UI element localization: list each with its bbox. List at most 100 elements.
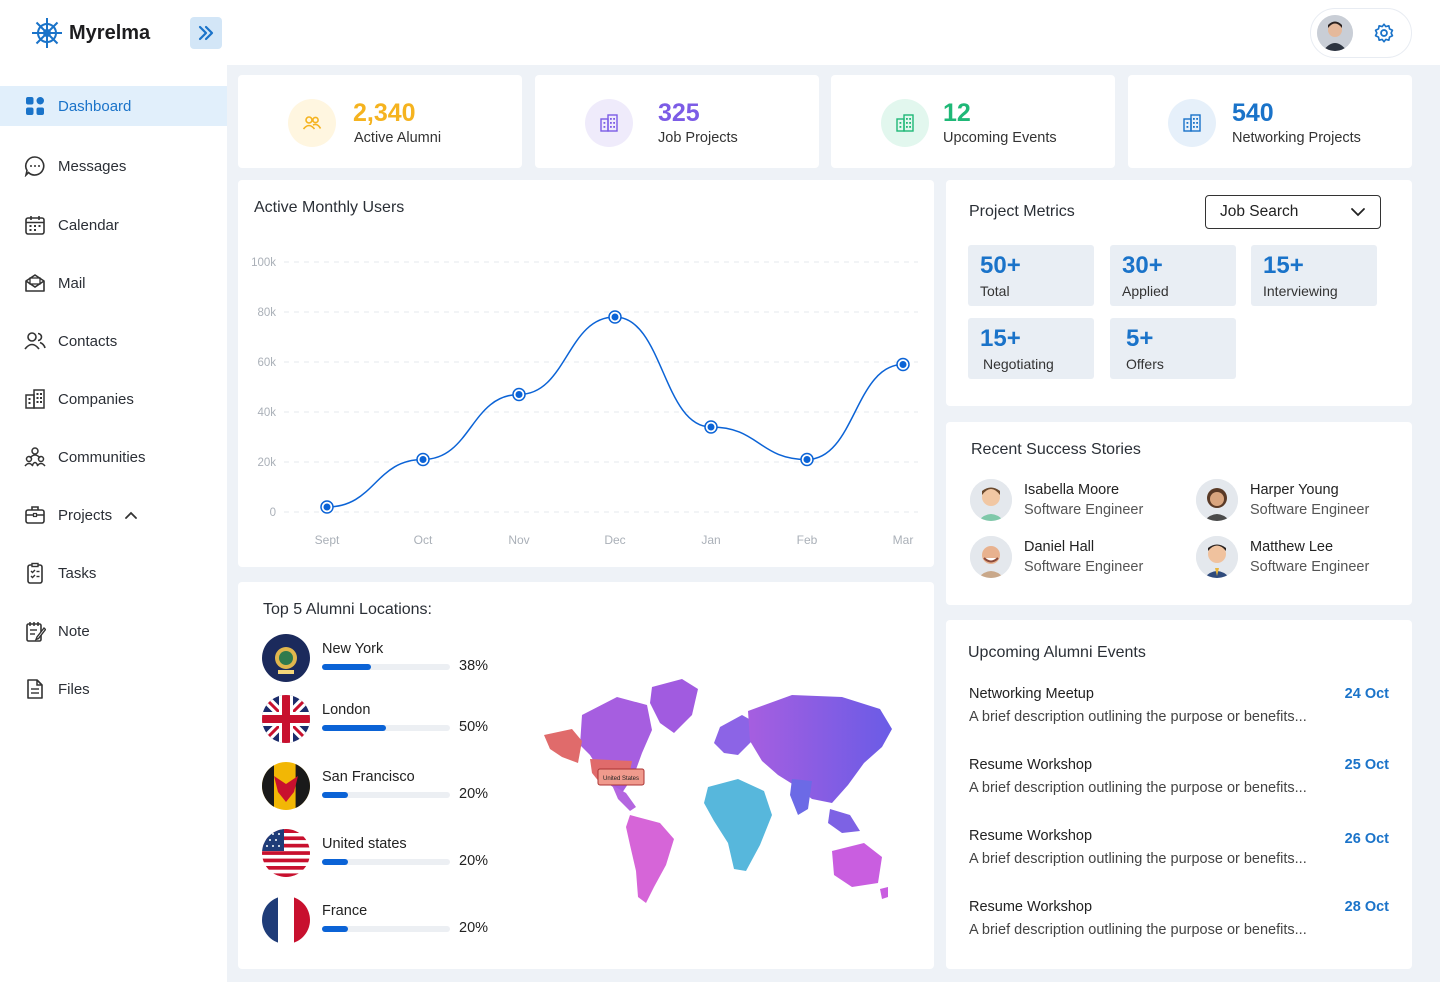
sidebar-item-label: Companies: [58, 390, 134, 408]
event-title: Networking Meetup: [969, 686, 1094, 702]
sidebar-item-tasks[interactable]: Tasks: [0, 553, 227, 593]
sidebar-item-companies[interactable]: Companies: [0, 379, 227, 419]
stat-card-upcoming-events[interactable]: 12 Upcoming Events: [831, 75, 1115, 168]
sidebar-item-label: Contacts: [58, 332, 118, 350]
new-york-flag-icon: [262, 634, 310, 682]
location-item[interactable]: San Francisco 20%: [262, 762, 492, 810]
story-item[interactable]: Matthew Lee Software Engineer: [1196, 536, 1369, 578]
sidebar-item-note[interactable]: Note: [0, 611, 227, 651]
user-avatar[interactable]: [1317, 15, 1353, 51]
sidebar-item-label: Tasks: [58, 564, 97, 582]
event-item[interactable]: Resume Workshop 28 Oct A brief descripti…: [969, 899, 1389, 938]
sidebar-item-label: Projects: [58, 506, 113, 524]
story-role: Software Engineer: [1250, 502, 1370, 518]
sidebar-item-messages[interactable]: Messages: [0, 146, 227, 186]
metric-offers[interactable]: 5+ Offers: [1110, 318, 1236, 379]
sidebar-item-label: Messages: [58, 157, 127, 175]
app-logo[interactable]: Myrelma: [30, 16, 150, 50]
event-item[interactable]: Resume Workshop 26 Oct A brief descripti…: [969, 828, 1389, 867]
avatar: [970, 479, 1012, 521]
data-point-dot: [803, 456, 811, 463]
metric-negotiating[interactable]: 15+ Negotiating: [968, 318, 1094, 379]
location-percent: 20%: [459, 920, 489, 936]
world-map[interactable]: United States: [542, 675, 902, 915]
uk-flag-icon: [262, 695, 310, 743]
stat-label: Networking Projects: [1232, 130, 1361, 146]
metric-total[interactable]: 50+ Total: [968, 245, 1094, 306]
gear-icon[interactable]: [1373, 22, 1395, 44]
location-item[interactable]: France 20%: [262, 896, 492, 944]
sidebar-item-label: Files: [58, 680, 90, 698]
event-description: A brief description outlining the purpos…: [969, 709, 1307, 725]
story-item[interactable]: Daniel Hall Software Engineer: [970, 536, 1143, 578]
sidebar-item-label: Mail: [58, 274, 86, 292]
alumni-locations-card: Top 5 Alumni Locations: New York 38% Lon…: [238, 582, 934, 969]
location-item[interactable]: United states 20%: [262, 829, 492, 877]
app-name: Myrelma: [69, 21, 151, 44]
location-bar-fill: [322, 926, 348, 932]
event-item[interactable]: Networking Meetup 24 Oct A brief descrip…: [969, 686, 1389, 725]
x-tick-label: Dec: [604, 533, 625, 547]
y-tick-label: 40k: [257, 407, 276, 419]
location-bar: [322, 926, 450, 932]
metric-interviewing[interactable]: 15+ Interviewing: [1251, 245, 1377, 306]
sidebar-item-calendar[interactable]: Calendar: [0, 205, 227, 245]
stat-card-job-projects[interactable]: 325 Job Projects: [535, 75, 819, 168]
mail-icon: [24, 272, 46, 294]
data-point-dot: [515, 391, 523, 398]
location-item[interactable]: London 50%: [262, 695, 492, 743]
map-tooltip: United States: [603, 776, 639, 782]
sidebar-item-files[interactable]: Files: [0, 669, 227, 709]
stat-card-active-alumni[interactable]: 2,340 Active Alumni: [238, 75, 522, 168]
project-metrics-card: Project Metrics Job Search 50+ Total 30+…: [946, 180, 1412, 406]
sidebar-item-dashboard[interactable]: Dashboard: [0, 86, 227, 126]
sidebar-item-contacts[interactable]: Contacts: [0, 321, 227, 361]
sidebar-item-label: Dashboard: [58, 97, 132, 115]
location-item[interactable]: New York 38%: [262, 634, 492, 682]
stat-value: 325: [658, 99, 700, 127]
active-users-card: Active Monthly Users 0 20k 40k 60k 80k 100k Se…: [238, 180, 934, 567]
metric-label: Offers: [1126, 356, 1164, 372]
event-description: A brief description outlining the purpos…: [969, 922, 1307, 938]
sidebar: Dashboard Messages Calendar Mail Contact…: [0, 65, 227, 982]
metrics-filter-dropdown[interactable]: Job Search: [1205, 195, 1381, 229]
avatar: [970, 536, 1012, 578]
location-name: New York: [322, 641, 384, 657]
clipboard-icon: [24, 562, 46, 584]
event-date: 25 Oct: [1344, 757, 1389, 773]
chat-icon: [24, 155, 46, 177]
location-name: San Francisco: [322, 769, 415, 785]
chevron-up-icon[interactable]: [124, 508, 138, 522]
events-card: Upcoming Alumni Events Networking Meetup…: [946, 620, 1412, 969]
y-tick-label: 60k: [257, 357, 276, 369]
location-percent: 20%: [459, 853, 489, 869]
location-bar: [322, 859, 450, 865]
building-icon: [585, 99, 633, 147]
y-tick-label: 80k: [257, 307, 276, 319]
location-bar-fill: [322, 792, 348, 798]
sidebar-item-communities[interactable]: Communities: [0, 437, 227, 477]
event-title: Resume Workshop: [969, 899, 1093, 915]
event-item[interactable]: Resume Workshop 25 Oct A brief descripti…: [969, 757, 1389, 796]
sidebar-item-projects[interactable]: Projects: [0, 495, 227, 535]
briefcase-icon: [24, 504, 46, 526]
sidebar-toggle-button[interactable]: [190, 17, 222, 49]
metric-value: 15+: [980, 325, 1021, 352]
x-tick-label: Mar: [893, 533, 914, 547]
dashboard-icon: [24, 95, 46, 117]
story-item[interactable]: Harper Young Software Engineer: [1196, 479, 1369, 521]
metric-applied[interactable]: 30+ Applied: [1110, 245, 1236, 306]
sidebar-item-mail[interactable]: Mail: [0, 263, 227, 303]
location-name: United states: [322, 836, 407, 852]
location-percent: 20%: [459, 786, 489, 802]
data-point-dot: [707, 423, 715, 431]
dropdown-value: Job Search: [1220, 203, 1299, 220]
avatar: [1196, 536, 1238, 578]
users-icon: [288, 99, 336, 147]
story-item[interactable]: Isabella Moore Software Engineer: [970, 479, 1143, 521]
location-bar-fill: [322, 859, 348, 865]
location-bar: [322, 725, 450, 731]
building-icon: [1168, 99, 1216, 147]
stat-card-networking-projects[interactable]: 540 Networking Projects: [1128, 75, 1412, 168]
story-role: Software Engineer: [1024, 559, 1144, 575]
